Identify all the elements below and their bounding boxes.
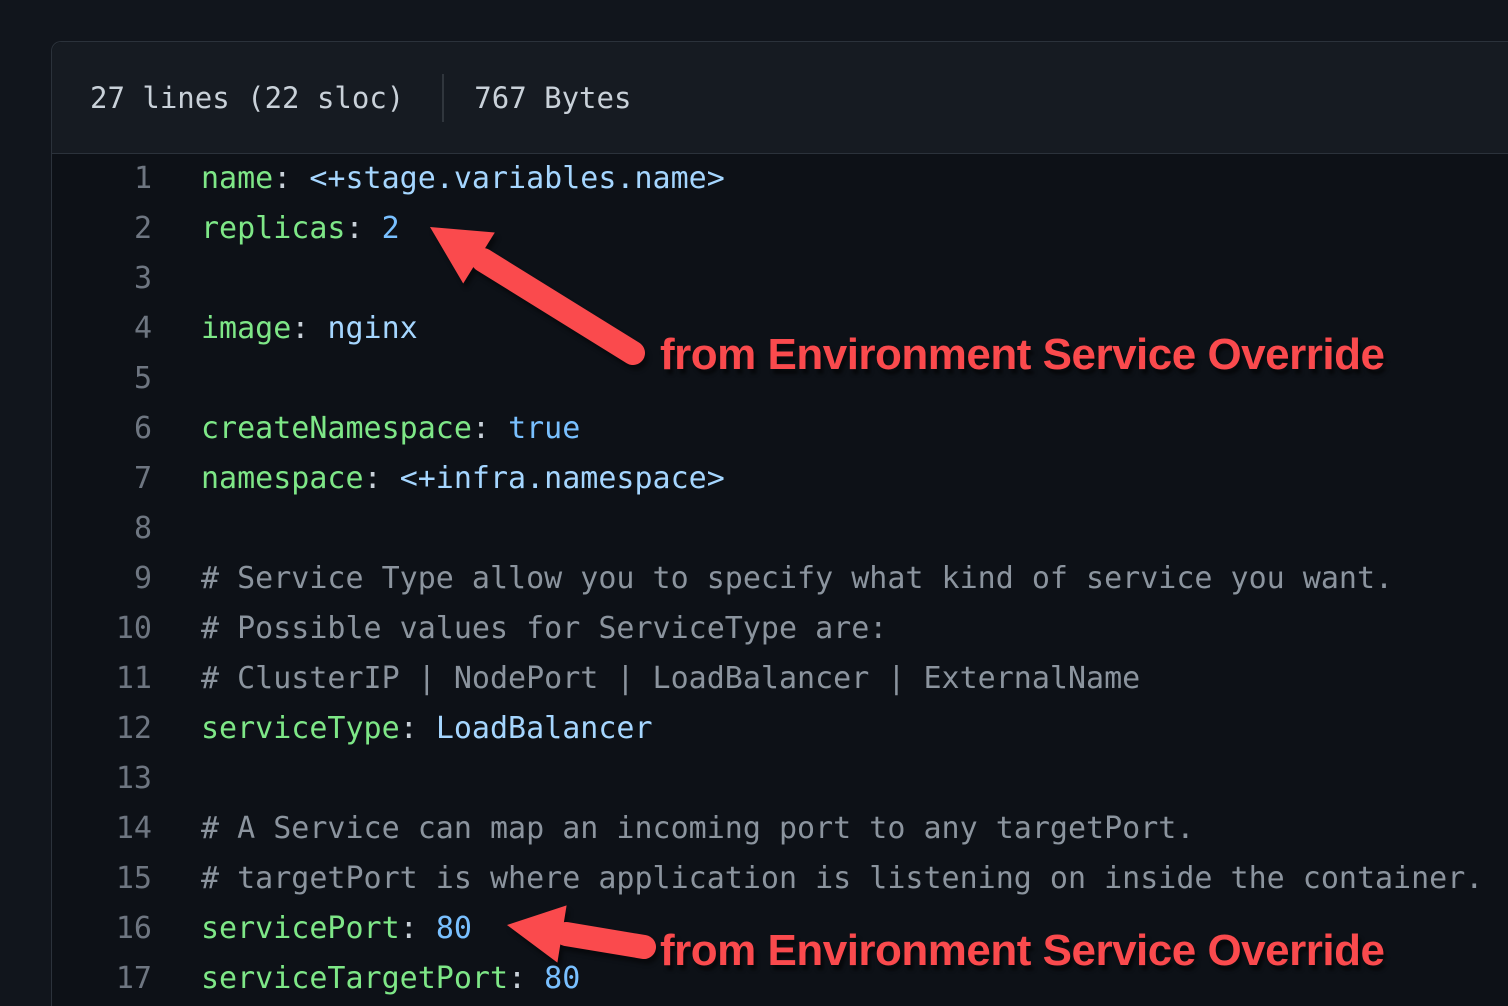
line-number[interactable]: 10: [52, 604, 152, 654]
line-number[interactable]: 7: [52, 454, 152, 504]
code-text: # ClusterIP | NodePort | LoadBalancer | …: [152, 654, 1140, 704]
code-text: replicas: 2: [152, 204, 400, 254]
code-text: # Service Type allow you to specify what…: [152, 554, 1393, 604]
code-text: [152, 254, 201, 304]
line-number[interactable]: 12: [52, 704, 152, 754]
annotation-text-service-port: from Environment Service Override: [660, 926, 1384, 976]
code-line: 2replicas: 2: [52, 204, 1508, 254]
code-line: 14# A Service can map an incoming port t…: [52, 804, 1508, 854]
line-number[interactable]: 1: [52, 154, 152, 204]
code-text: serviceType: LoadBalancer: [152, 704, 653, 754]
line-number[interactable]: 9: [52, 554, 152, 604]
code-text: serviceTargetPort: 80: [152, 954, 580, 1004]
code-line: 15# targetPort is where application is l…: [52, 854, 1508, 904]
code-text: name: <+stage.variables.name>: [152, 154, 725, 204]
code-line: 11# ClusterIP | NodePort | LoadBalancer …: [52, 654, 1508, 704]
code-line: 7namespace: <+infra.namespace>: [52, 454, 1508, 504]
line-number[interactable]: 2: [52, 204, 152, 254]
code-text: namespace: <+infra.namespace>: [152, 454, 725, 504]
code-line: 13: [52, 754, 1508, 804]
code-line: 3: [52, 254, 1508, 304]
line-number[interactable]: 8: [52, 504, 152, 554]
line-number[interactable]: 11: [52, 654, 152, 704]
code-text: # Possible values for ServiceType are:: [152, 604, 887, 654]
code-line: 1name: <+stage.variables.name>: [52, 154, 1508, 204]
line-number[interactable]: 3: [52, 254, 152, 304]
code-body: 1name: <+stage.variables.name>2replicas:…: [52, 154, 1508, 1004]
file-lines-info: 27 lines (22 sloc): [90, 81, 404, 115]
line-number[interactable]: 4: [52, 304, 152, 354]
code-text: # targetPort is where application is lis…: [152, 854, 1483, 904]
code-line: 12serviceType: LoadBalancer: [52, 704, 1508, 754]
code-text: [152, 504, 201, 554]
code-text: [152, 754, 201, 804]
line-number[interactable]: 15: [52, 854, 152, 904]
code-text: image: nginx: [152, 304, 418, 354]
code-text: createNamespace: true: [152, 404, 580, 454]
file-size: 767 Bytes: [474, 81, 631, 115]
annotation-text-replicas: from Environment Service Override: [660, 330, 1384, 380]
code-line: 6createNamespace: true: [52, 404, 1508, 454]
code-text: [152, 354, 201, 404]
line-number[interactable]: 5: [52, 354, 152, 404]
code-text: # A Service can map an incoming port to …: [152, 804, 1194, 854]
code-line: 10# Possible values for ServiceType are:: [52, 604, 1508, 654]
code-text: servicePort: 80: [152, 904, 472, 954]
line-number[interactable]: 13: [52, 754, 152, 804]
line-number[interactable]: 14: [52, 804, 152, 854]
file-card: 27 lines (22 sloc) 767 Bytes 1name: <+st…: [51, 41, 1508, 1006]
header-divider: [442, 74, 444, 122]
code-line: 9# Service Type allow you to specify wha…: [52, 554, 1508, 604]
line-number[interactable]: 16: [52, 904, 152, 954]
line-number[interactable]: 17: [52, 954, 152, 1004]
code-line: 8: [52, 504, 1508, 554]
file-header: 27 lines (22 sloc) 767 Bytes: [52, 42, 1508, 154]
line-number[interactable]: 6: [52, 404, 152, 454]
